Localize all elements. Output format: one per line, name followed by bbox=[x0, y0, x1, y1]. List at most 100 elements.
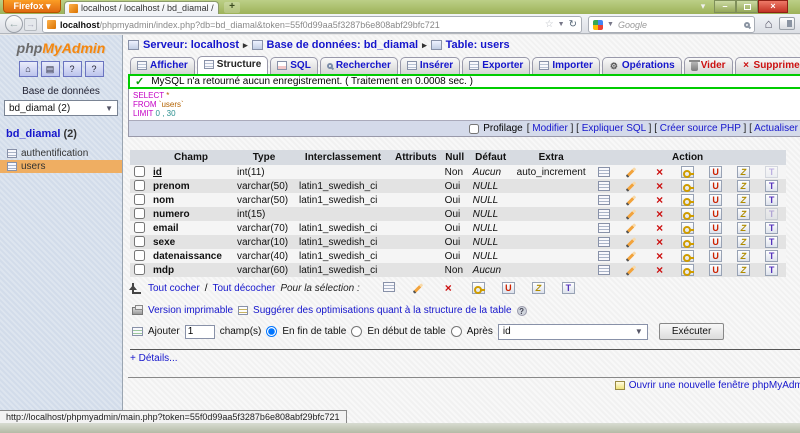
unique-icon[interactable] bbox=[709, 264, 722, 276]
unique-icon[interactable] bbox=[709, 222, 722, 234]
browse-icon[interactable] bbox=[598, 181, 610, 191]
home-button[interactable]: ⌂ bbox=[760, 15, 777, 33]
drop-icon[interactable] bbox=[653, 194, 666, 206]
change-icon[interactable] bbox=[625, 208, 638, 220]
back-button[interactable]: ← bbox=[5, 15, 23, 33]
execute-button[interactable]: Exécuter bbox=[659, 323, 724, 340]
fulltext-icon[interactable] bbox=[765, 180, 778, 192]
drop-icon[interactable] bbox=[442, 282, 455, 294]
index-icon[interactable] bbox=[737, 250, 750, 262]
change-icon[interactable] bbox=[412, 282, 425, 294]
unique-icon[interactable] bbox=[709, 180, 722, 192]
browse-icon[interactable] bbox=[598, 167, 610, 177]
row-checkbox[interactable] bbox=[134, 194, 145, 205]
reload-icon[interactable]: ↻ bbox=[569, 19, 577, 30]
browse-icon[interactable] bbox=[383, 282, 395, 292]
new-tab-button[interactable]: + bbox=[224, 2, 240, 13]
index-icon[interactable] bbox=[737, 180, 750, 192]
sql-link-creer-source-php[interactable]: Créer source PHP bbox=[660, 123, 741, 134]
browse-icon[interactable] bbox=[598, 223, 610, 233]
after-field-select[interactable]: id ▼ bbox=[498, 324, 648, 340]
radio-begin-of-table[interactable] bbox=[351, 326, 362, 337]
fulltext-icon[interactable] bbox=[765, 250, 778, 262]
sidebar-item-users[interactable]: users bbox=[0, 160, 122, 173]
drop-icon[interactable] bbox=[653, 264, 666, 276]
breadcrumb-table[interactable]: Table: users bbox=[446, 39, 510, 51]
tab-structure[interactable]: Structure bbox=[197, 56, 268, 74]
row-checkbox[interactable] bbox=[134, 250, 145, 261]
tab-supprimer[interactable]: Supprimer bbox=[735, 57, 800, 74]
fulltext-icon[interactable] bbox=[765, 194, 778, 206]
details-link[interactable]: + Détails... bbox=[130, 353, 800, 364]
index-icon[interactable] bbox=[737, 194, 750, 206]
unique-icon[interactable] bbox=[709, 250, 722, 262]
unique-icon[interactable] bbox=[502, 282, 515, 294]
tab-vider[interactable]: Vider bbox=[684, 57, 733, 74]
row-checkbox[interactable] bbox=[134, 236, 145, 247]
drop-icon[interactable] bbox=[653, 222, 666, 234]
tab-exporter[interactable]: Exporter bbox=[462, 57, 530, 74]
row-checkbox[interactable] bbox=[134, 208, 145, 219]
primary-icon[interactable] bbox=[681, 166, 694, 178]
profiling-checkbox[interactable] bbox=[469, 124, 479, 134]
index-icon[interactable] bbox=[737, 208, 750, 220]
browse-icon[interactable] bbox=[598, 265, 610, 275]
row-checkbox[interactable] bbox=[134, 222, 145, 233]
minimize-button[interactable]: – bbox=[714, 0, 736, 13]
change-icon[interactable] bbox=[625, 166, 638, 178]
home-icon[interactable]: ⌂ bbox=[19, 61, 38, 77]
browse-icon[interactable] bbox=[598, 237, 610, 247]
index-icon[interactable] bbox=[737, 166, 750, 178]
index-icon[interactable] bbox=[737, 236, 750, 248]
radio-end-of-table[interactable] bbox=[266, 326, 277, 337]
unique-icon[interactable] bbox=[709, 166, 722, 178]
breadcrumb-database[interactable]: Base de données: bd_diamal bbox=[267, 39, 419, 51]
row-checkbox[interactable] bbox=[134, 166, 145, 177]
query-window-icon[interactable]: ? bbox=[85, 61, 104, 77]
sql-link-expliquer-sql[interactable]: Expliquer SQL bbox=[582, 123, 646, 134]
new-window-link[interactable]: Ouvrir une nouvelle fenêtre phpMyAdmin bbox=[629, 380, 800, 391]
bookmarks-panel-button[interactable] bbox=[779, 17, 795, 30]
close-button[interactable]: × bbox=[758, 0, 788, 13]
primary-icon[interactable] bbox=[681, 194, 694, 206]
unique-icon[interactable] bbox=[709, 194, 722, 206]
tab-importer[interactable]: Importer bbox=[532, 57, 600, 74]
sql-link-actualiser[interactable]: Actualiser bbox=[754, 123, 798, 134]
index-icon[interactable] bbox=[532, 282, 545, 294]
tab-rechercher[interactable]: Rechercher bbox=[320, 57, 398, 74]
tab-inserer[interactable]: Insérer bbox=[400, 57, 460, 74]
primary-icon[interactable] bbox=[681, 250, 694, 262]
breadcrumb-server[interactable]: Serveur: localhost bbox=[143, 39, 239, 51]
drop-icon[interactable] bbox=[653, 180, 666, 192]
browser-tab[interactable]: localhost / localhost / bd_diamal / user… bbox=[64, 1, 219, 14]
browse-icon[interactable] bbox=[598, 251, 610, 261]
uncheck-all-link[interactable]: Tout décocher bbox=[212, 283, 275, 294]
fulltext-icon[interactable] bbox=[562, 282, 575, 294]
unique-icon[interactable] bbox=[709, 208, 722, 220]
change-icon[interactable] bbox=[625, 180, 638, 192]
primary-icon[interactable] bbox=[681, 264, 694, 276]
primary-icon[interactable] bbox=[681, 208, 694, 220]
firefox-menu-button[interactable]: Firefox ▾ bbox=[3, 0, 61, 13]
database-select[interactable]: bd_diamal (2) ▼ bbox=[4, 100, 118, 116]
window-menu-chevron-icon[interactable]: ▾ bbox=[694, 0, 712, 13]
fulltext-icon[interactable] bbox=[765, 236, 778, 248]
bookmark-star-icon[interactable]: ☆ bbox=[545, 19, 554, 30]
check-all-link[interactable]: Tout cocher bbox=[148, 283, 200, 294]
field-count-input[interactable] bbox=[185, 325, 215, 339]
pma-docs-icon[interactable]: ? bbox=[63, 61, 82, 77]
primary-icon[interactable] bbox=[681, 222, 694, 234]
primary-icon[interactable] bbox=[681, 180, 694, 192]
drop-icon[interactable] bbox=[653, 208, 666, 220]
index-icon[interactable] bbox=[737, 222, 750, 234]
primary-icon[interactable] bbox=[681, 236, 694, 248]
drop-icon[interactable] bbox=[653, 236, 666, 248]
tab-operations[interactable]: Opérations bbox=[602, 57, 682, 74]
tab-afficher[interactable]: Afficher bbox=[130, 57, 195, 74]
url-dropdown-icon[interactable]: ▼ bbox=[558, 21, 565, 28]
radio-after-field[interactable] bbox=[451, 326, 462, 337]
search-bar[interactable]: ▼ Google bbox=[588, 16, 755, 33]
fulltext-icon[interactable] bbox=[765, 222, 778, 234]
tab-sql[interactable]: SQL bbox=[270, 57, 318, 74]
propose-structure-link[interactable]: Suggérer des optimisations quant à la st… bbox=[253, 305, 512, 316]
